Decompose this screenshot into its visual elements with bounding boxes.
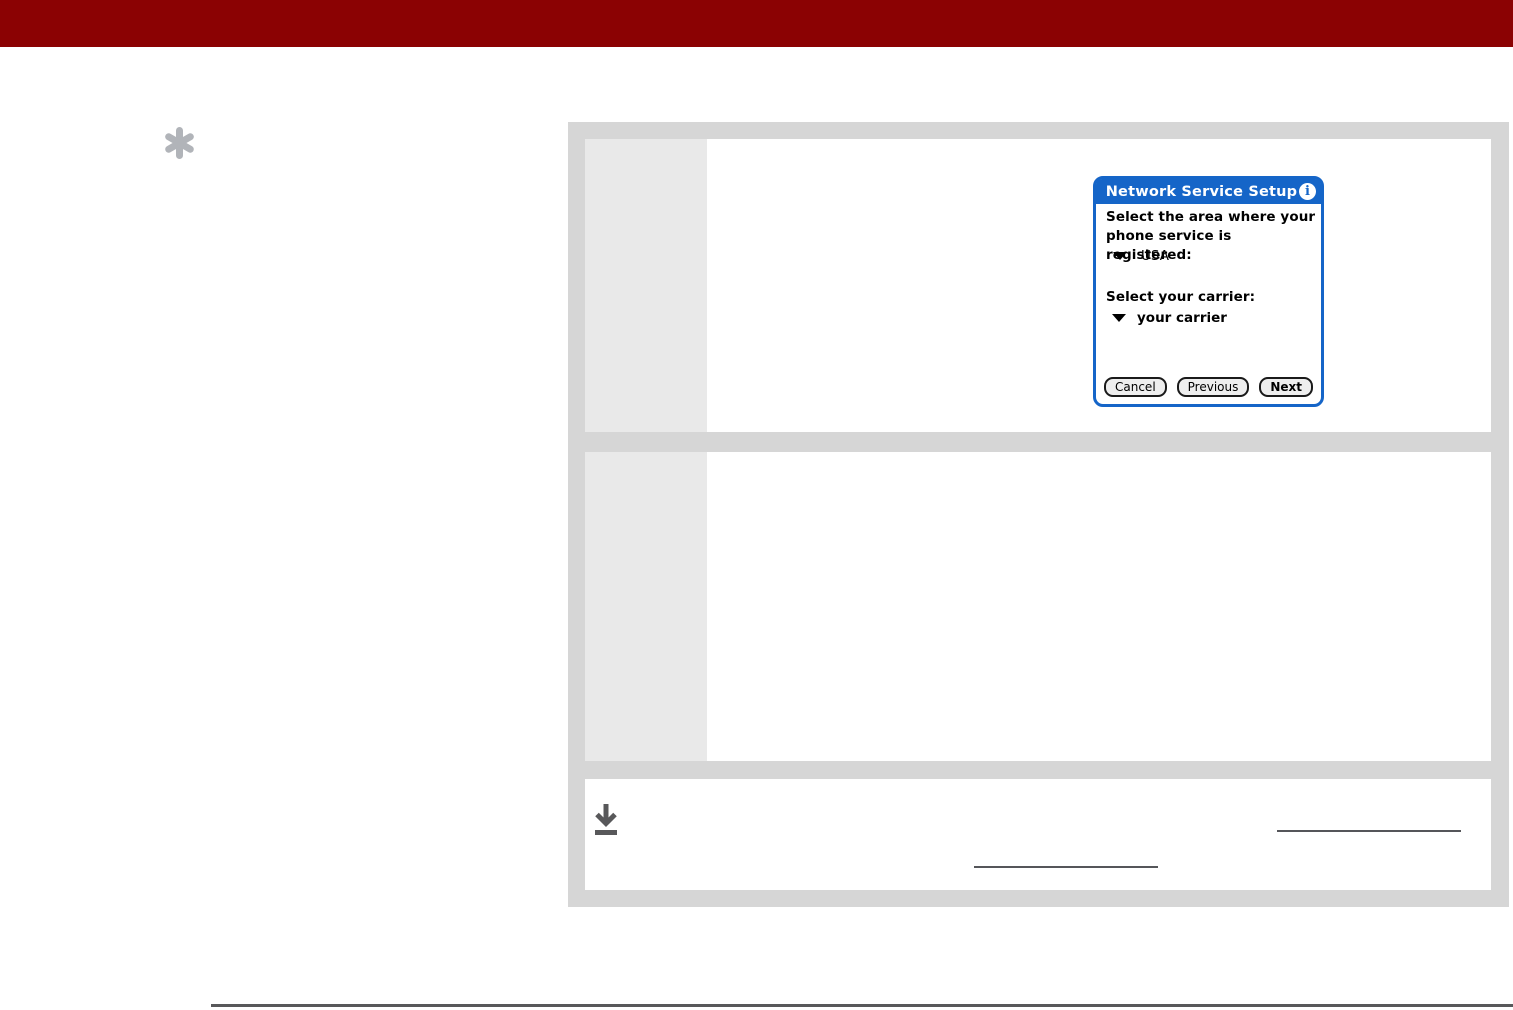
download-note-row bbox=[585, 779, 1491, 890]
page: Network Service Setup i Select the area … bbox=[0, 0, 1513, 1010]
area-picker[interactable]: USA bbox=[1113, 248, 1169, 264]
network-service-setup-dialog: Network Service Setup i Select the area … bbox=[1093, 176, 1324, 407]
step-number-column bbox=[585, 452, 707, 761]
step-number-column bbox=[585, 139, 707, 432]
carrier-label: Select your carrier: bbox=[1106, 289, 1256, 305]
dialog-body: Select the area where your phone service… bbox=[1096, 204, 1321, 404]
previous-button[interactable]: Previous bbox=[1176, 377, 1250, 397]
step-row-2 bbox=[585, 452, 1491, 761]
header-bar bbox=[0, 0, 1513, 47]
content-panel bbox=[568, 122, 1509, 907]
dialog-button-row: Cancel Previous Next bbox=[1096, 377, 1321, 397]
footer-rule bbox=[211, 1004, 1513, 1007]
chevron-down-icon bbox=[1113, 252, 1127, 260]
link-underline[interactable] bbox=[974, 866, 1158, 868]
next-button[interactable]: Next bbox=[1259, 377, 1313, 397]
download-arrow-icon bbox=[593, 803, 619, 837]
chevron-down-icon bbox=[1112, 314, 1126, 322]
info-icon[interactable]: i bbox=[1299, 183, 1316, 200]
area-value: USA bbox=[1141, 248, 1169, 264]
asterisk-icon bbox=[163, 127, 195, 159]
link-underline[interactable] bbox=[1277, 830, 1461, 832]
dialog-title: Network Service Setup bbox=[1105, 183, 1298, 200]
step-row-1 bbox=[585, 139, 1491, 432]
carrier-value: your carrier bbox=[1137, 310, 1227, 326]
dialog-title-bar: Network Service Setup i bbox=[1096, 179, 1321, 204]
carrier-picker[interactable]: your carrier bbox=[1112, 310, 1227, 326]
cancel-button[interactable]: Cancel bbox=[1104, 377, 1167, 397]
